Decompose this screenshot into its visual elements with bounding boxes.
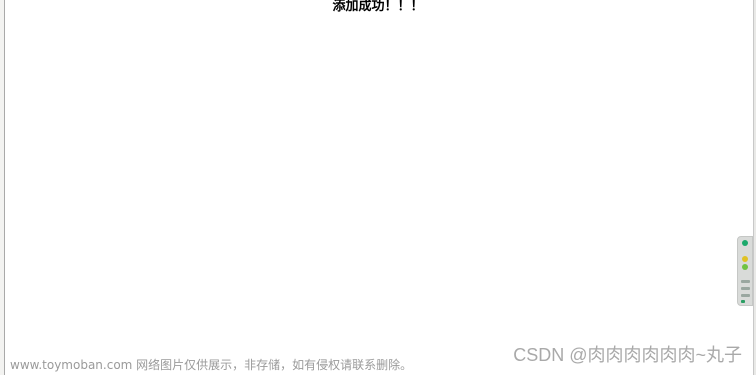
status-dot-icon [742, 264, 748, 270]
success-message: 添加成功！！！ [332, 0, 424, 14]
window-left-border [0, 0, 5, 375]
toolbar-grip-icon [741, 280, 750, 283]
author-watermark: CSDN @肉肉肉肉肉肉~丸子 [513, 345, 742, 365]
browser-window: 添加成功！！！ www.toymoban.com 网络图片仅供展示，非存储，如有… [0, 0, 756, 375]
status-dot-icon [742, 256, 748, 262]
toolbar-grip-icon [741, 300, 745, 303]
toolbar-grip-icon [741, 287, 750, 290]
status-dot-icon [742, 240, 748, 246]
side-toolbar-widget[interactable] [737, 236, 753, 306]
source-watermark: www.toymoban.com 网络图片仅供展示，非存储，如有侵权请联系删除。 [10, 358, 413, 372]
toolbar-grip-icon [741, 294, 750, 297]
